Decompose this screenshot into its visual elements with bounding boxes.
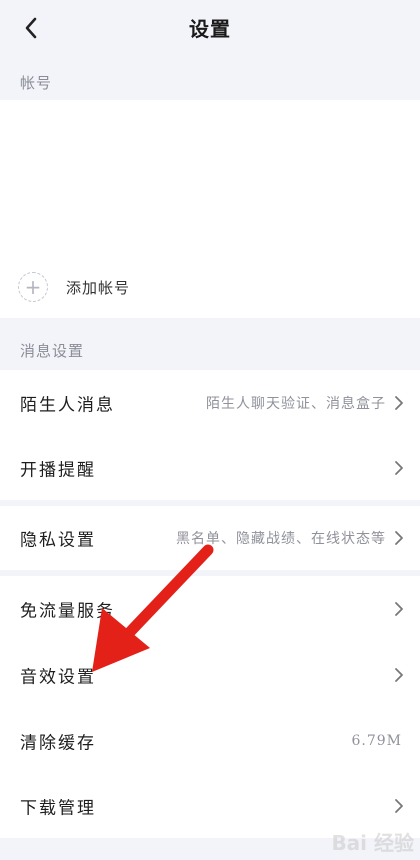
- add-account-label: 添加帐号: [66, 278, 131, 297]
- watermark: Bai 经验: [331, 831, 414, 855]
- row-value: 黑名单、隐藏战绩、在线状态等: [176, 531, 386, 547]
- account-card: + 添加帐号: [0, 100, 420, 318]
- section-label-messages: 消息设置: [20, 342, 85, 360]
- chevron-right-icon: [395, 461, 403, 475]
- row-clear-cache[interactable]: 清除缓存 6.79M: [0, 708, 420, 774]
- row-data-free-service[interactable]: 免流量服务: [0, 576, 420, 642]
- cache-size-value: 6.79M: [351, 733, 402, 749]
- settings-card-messages: 陌生人消息 陌生人聊天验证、消息盒子 开播提醒: [0, 370, 420, 500]
- row-live-reminder[interactable]: 开播提醒: [0, 436, 420, 500]
- row-stranger-messages[interactable]: 陌生人消息 陌生人聊天验证、消息盒子: [0, 370, 420, 436]
- row-label: 音效设置: [20, 667, 96, 688]
- row-label: 隐私设置: [20, 530, 96, 551]
- row-value: 陌生人聊天验证、消息盒子: [206, 396, 386, 412]
- add-account-button[interactable]: + 添加帐号: [18, 270, 130, 304]
- settings-card-general: 免流量服务 音效设置 清除缓存 6.79M 下载管理: [0, 576, 420, 838]
- row-sound-settings[interactable]: 音效设置: [0, 642, 420, 708]
- section-label-account: 帐号: [20, 74, 53, 92]
- settings-card-privacy: 隐私设置 黑名单、隐藏战绩、在线状态等: [0, 506, 420, 570]
- row-label: 免流量服务: [20, 601, 115, 622]
- row-label: 陌生人消息: [20, 395, 115, 416]
- header-bar: 设置: [0, 0, 420, 60]
- row-label: 开播提醒: [20, 460, 96, 481]
- row-privacy-settings[interactable]: 隐私设置 黑名单、隐藏战绩、在线状态等: [0, 506, 420, 570]
- chevron-right-icon: [395, 668, 403, 682]
- add-icon: +: [18, 272, 48, 302]
- page-title: 设置: [189, 17, 231, 41]
- chevron-right-icon: [395, 602, 403, 616]
- chevron-right-icon: [395, 531, 403, 545]
- chevron-right-icon: [395, 799, 403, 813]
- chevron-right-icon: [395, 396, 403, 410]
- row-label: 清除缓存: [20, 733, 96, 754]
- row-label: 下载管理: [20, 798, 96, 819]
